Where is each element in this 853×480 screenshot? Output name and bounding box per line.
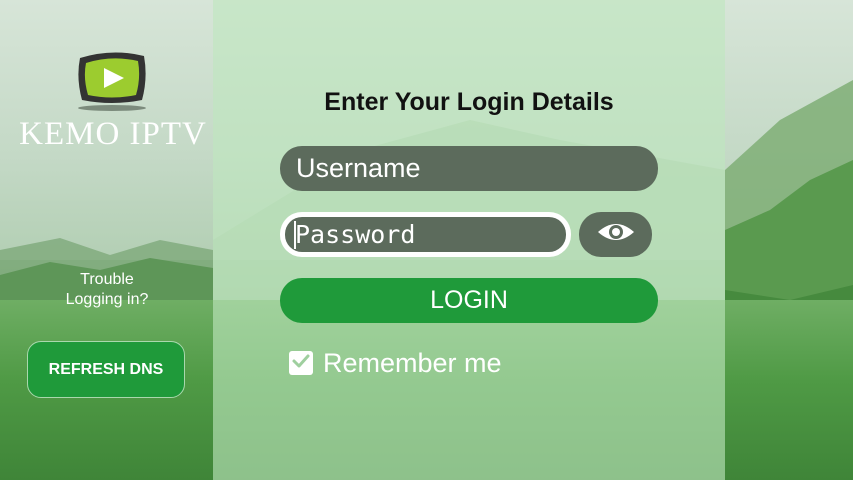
password-field[interactable]: Password [285, 217, 566, 252]
page-title: Enter Your Login Details [324, 88, 614, 116]
text-caret [294, 221, 296, 249]
password-field-focus-ring[interactable]: Password [280, 212, 571, 257]
tv-play-icon [74, 48, 150, 112]
trouble-logging-in-text: Trouble Logging in? [40, 270, 174, 310]
remember-me-label: Remember me [323, 347, 502, 378]
show-password-button[interactable] [579, 212, 652, 257]
username-field[interactable]: Username [280, 146, 658, 191]
remember-me-checkbox[interactable] [289, 351, 313, 375]
trouble-text: Trouble Logging in? [65, 271, 149, 308]
eye-icon [596, 220, 636, 249]
password-placeholder: Password [295, 220, 416, 249]
remember-me-row[interactable]: Remember me [289, 346, 502, 380]
check-icon [291, 351, 311, 376]
brand-name: KEMO IPTV [19, 116, 207, 152]
refresh-dns-button[interactable]: REFRESH DNS [27, 341, 185, 398]
login-screen: KEMO IPTV Trouble Logging in? REFRESH DN… [0, 0, 853, 480]
login-button[interactable]: LOGIN [280, 278, 658, 323]
username-placeholder: Username [296, 153, 421, 183]
